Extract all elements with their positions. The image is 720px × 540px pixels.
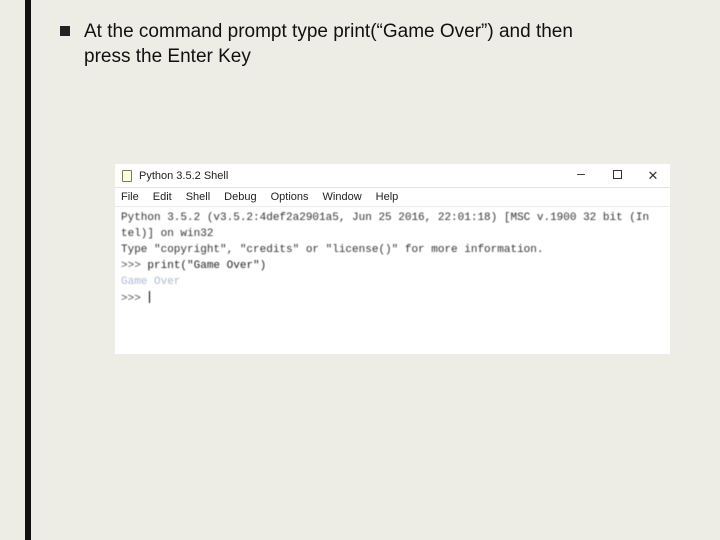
left-accent-stripe [25, 0, 31, 540]
bullet-row: At the command prompt type print(“Game O… [60, 20, 660, 69]
close-icon[interactable]: ✕ [646, 169, 660, 182]
typed-command: print("Game Over") [147, 260, 266, 272]
command-output: Game Over [121, 276, 180, 288]
shell-body[interactable]: Python 3.5.2 (v3.5.2:4def2a2901a5, Jun 2… [115, 207, 670, 312]
python-shell-window: Python 3.5.2 Shell – ✕ File Edit Shell D… [115, 164, 670, 354]
shell-menubar: File Edit Shell Debug Options Window Hel… [115, 188, 670, 207]
shell-title: Python 3.5.2 Shell [139, 170, 228, 182]
bullet-text: At the command prompt type print(“Game O… [84, 20, 604, 69]
menu-debug[interactable]: Debug [224, 191, 256, 203]
menu-shell[interactable]: Shell [186, 191, 210, 203]
menu-options[interactable]: Options [271, 191, 309, 203]
prompt-1: >>> [121, 260, 141, 272]
menu-window[interactable]: Window [323, 191, 362, 203]
banner-line-1: Python 3.5.2 (v3.5.2:4def2a2901a5, Jun 2… [121, 212, 649, 224]
text-cursor [149, 291, 150, 303]
maximize-icon[interactable] [610, 170, 624, 182]
menu-file[interactable]: File [121, 191, 139, 203]
menu-help[interactable]: Help [376, 191, 399, 203]
python-file-icon [121, 170, 133, 182]
banner-line-3: Type "copyright", "credits" or "license(… [121, 244, 543, 256]
bullet-square-icon [60, 26, 70, 36]
banner-line-2: tel)] on win32 [121, 228, 213, 240]
window-controls: – ✕ [574, 169, 664, 183]
menu-edit[interactable]: Edit [153, 191, 172, 203]
slide-content: At the command prompt type print(“Game O… [60, 20, 660, 69]
minimize-icon[interactable]: – [574, 166, 588, 180]
prompt-2: >>> [121, 293, 141, 305]
shell-titlebar: Python 3.5.2 Shell – ✕ [115, 164, 670, 188]
